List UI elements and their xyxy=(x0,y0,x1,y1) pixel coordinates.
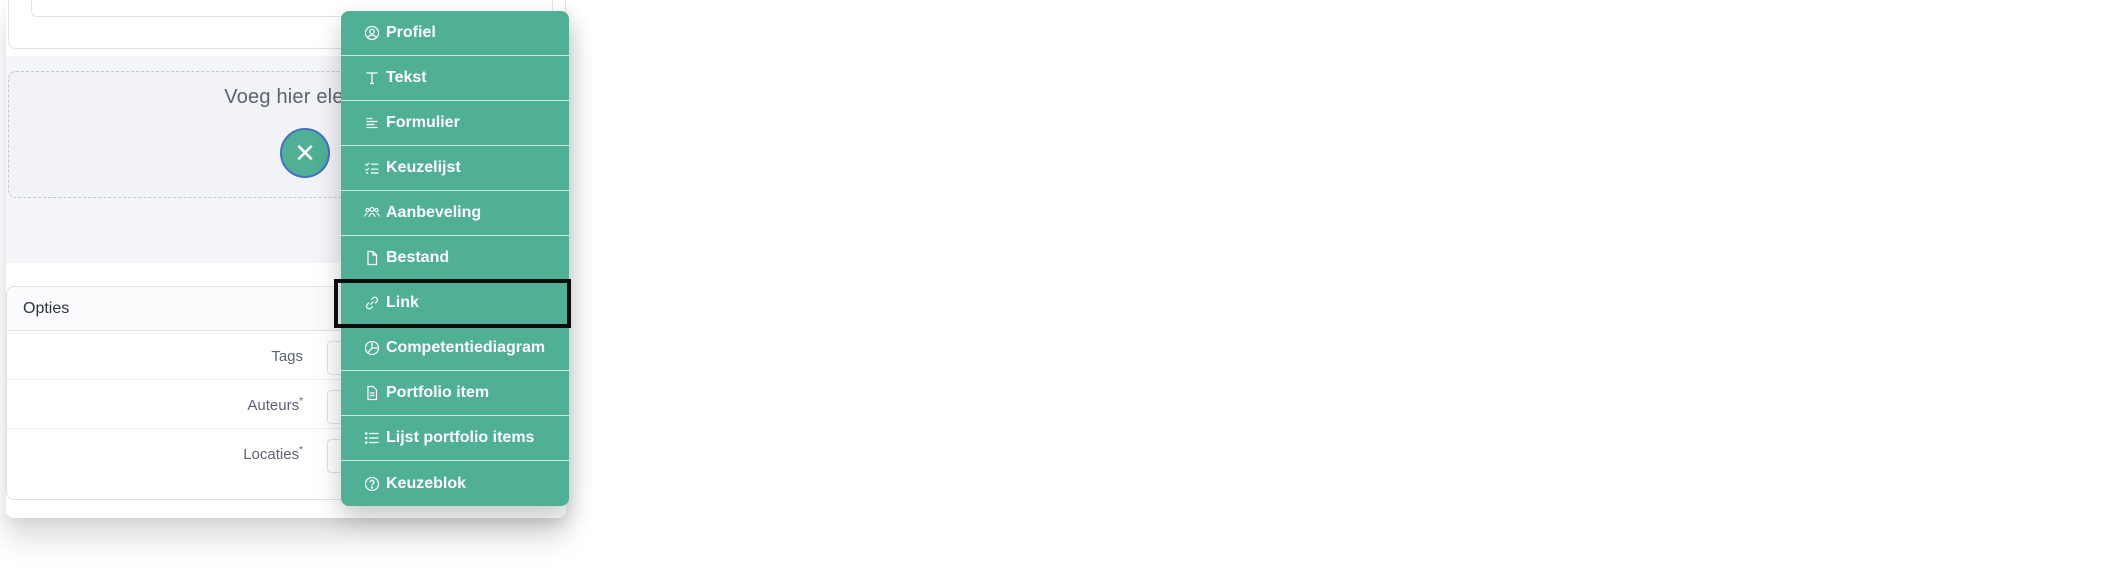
add-element-menu: Profiel Tekst Formulier Keuzelijst Aanbe… xyxy=(334,11,571,506)
list-icon xyxy=(364,430,380,446)
menu-item-label: Link xyxy=(386,294,419,311)
menu-item-label: Keuzeblok xyxy=(386,474,467,492)
menu-item-profiel[interactable]: Profiel xyxy=(341,11,569,56)
link-icon xyxy=(364,295,380,311)
close-icon: ✕ xyxy=(294,137,316,168)
option-label: Tags xyxy=(271,348,303,365)
pie-chart-icon xyxy=(364,340,380,356)
file-text-icon xyxy=(364,385,380,401)
menu-item-tekst[interactable]: Tekst xyxy=(341,56,569,101)
menu-item-link[interactable]: Link xyxy=(334,279,571,328)
menu-item-label: Keuzelijst xyxy=(386,159,461,176)
menu-item-aanbeveling[interactable]: Aanbeveling xyxy=(341,191,569,236)
menu-item-label: Competentiediagram xyxy=(386,339,546,356)
menu-item-bestand[interactable]: Bestand xyxy=(341,236,569,281)
menu-item-label: Aanbeveling xyxy=(386,204,482,221)
text-icon xyxy=(364,70,380,86)
menu-item-lijst-portfolio-items[interactable]: Lijst portfolio items xyxy=(341,416,569,461)
menu-item-keuzelijst[interactable]: Keuzelijst xyxy=(341,146,569,191)
file-icon xyxy=(364,250,380,266)
option-label: Locaties* xyxy=(243,445,303,463)
menu-item-label: Lijst portfolio items xyxy=(386,429,535,446)
menu-item-portfolio-item[interactable]: Portfolio item xyxy=(341,371,569,416)
menu-item-label: Profiel xyxy=(386,24,436,41)
question-circle-icon xyxy=(364,476,380,492)
menu-item-formulier[interactable]: Formulier xyxy=(341,101,569,146)
menu-item-keuzeblok[interactable]: Keuzeblok xyxy=(341,461,569,506)
options-title: Opties xyxy=(23,300,70,317)
user-circle-icon xyxy=(364,25,380,41)
menu-item-label: Bestand xyxy=(386,249,450,266)
add-element-button[interactable]: ✕ xyxy=(280,128,330,178)
option-label: Auteurs* xyxy=(247,396,303,414)
align-left-icon xyxy=(364,115,380,131)
menu-item-label: Tekst xyxy=(386,69,427,86)
menu-item-label: Portfolio item xyxy=(386,384,490,401)
users-icon xyxy=(364,205,380,221)
menu-item-label: Formulier xyxy=(386,114,460,131)
menu-item-competentiediagram[interactable]: Competentiediagram xyxy=(341,326,569,371)
checklist-icon xyxy=(364,160,380,176)
